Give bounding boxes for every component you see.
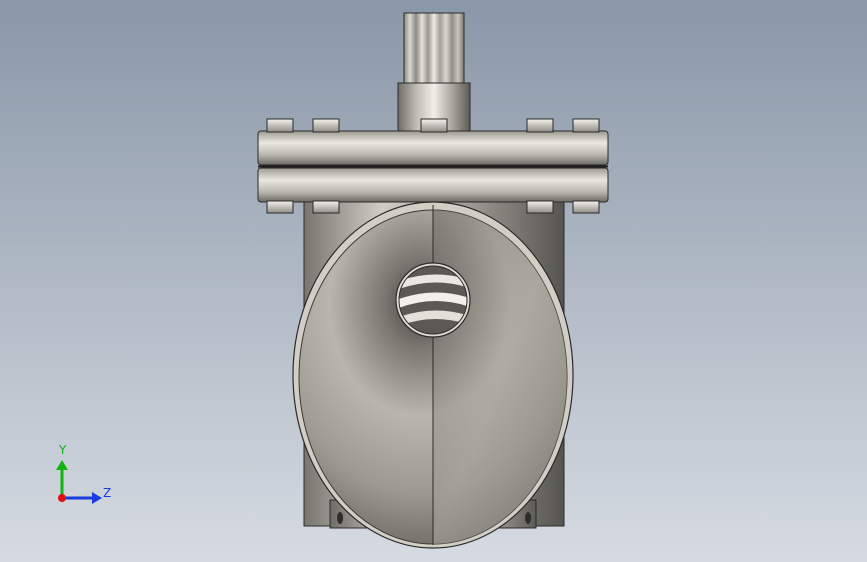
- bolt-nut[interactable]: [266, 118, 294, 133]
- y-axis-label: Y: [58, 443, 67, 457]
- graphics-viewport[interactable]: Y Z: [0, 0, 867, 562]
- bolt-nut[interactable]: [266, 200, 294, 214]
- z-axis-label: Z: [103, 486, 111, 500]
- bolt-nut[interactable]: [526, 200, 554, 214]
- x-axis-dot: [58, 494, 66, 502]
- bolt-nut[interactable]: [312, 200, 340, 214]
- bolt-nut[interactable]: [572, 200, 600, 214]
- bolt-nut[interactable]: [572, 118, 600, 133]
- lower-flange[interactable]: [257, 167, 609, 203]
- mount-hole-left: [337, 512, 344, 524]
- bolt-nut[interactable]: [420, 118, 448, 133]
- bolt-nut[interactable]: [526, 118, 554, 133]
- mount-hole-right: [525, 512, 532, 524]
- top-bolts: [266, 118, 600, 133]
- bolt-nut[interactable]: [312, 118, 340, 133]
- splined-shaft[interactable]: [403, 12, 465, 84]
- upper-flange[interactable]: [257, 130, 609, 166]
- model-canvas[interactable]: Y Z: [0, 0, 867, 562]
